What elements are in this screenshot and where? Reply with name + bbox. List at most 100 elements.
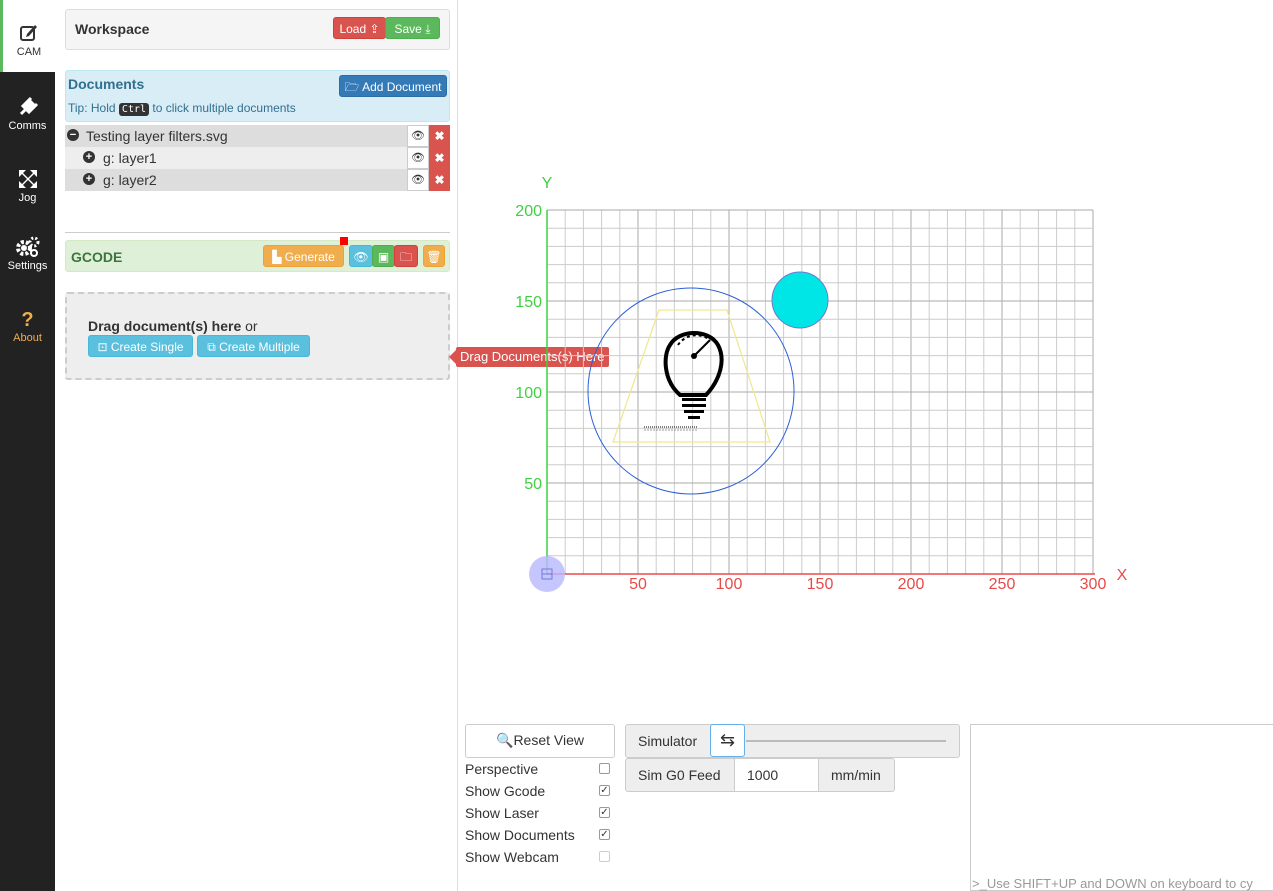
- floppy-icon: ▣: [377, 250, 390, 264]
- show-laser-label: Show Laser: [465, 805, 539, 821]
- console-prompt[interactable]: >_Use SHIFT+UP and DOWN on keyboard to c…: [972, 876, 1253, 891]
- simulator-slider[interactable]: [746, 740, 946, 742]
- nav-settings[interactable]: Settings: [0, 236, 55, 276]
- x-tick-label: 250: [989, 576, 1016, 593]
- divider: [65, 232, 450, 233]
- documents-tip: Tip: Hold Ctrl to click multiple documen…: [68, 101, 296, 116]
- save-button[interactable]: Save ⤓: [385, 17, 440, 39]
- generate-button[interactable]: ▙ Generate: [263, 245, 344, 267]
- tree-row-label: g: layer1: [103, 150, 157, 166]
- x-tick-labels: 50 100 150 200 250 300: [629, 576, 1106, 593]
- y-tick-label: 200: [515, 203, 542, 220]
- show-webcam-label: Show Webcam: [465, 849, 559, 865]
- side-panel: Workspace Load ⇪ Save ⤓ Documents 🗁 Add …: [55, 0, 458, 891]
- simulator-label: Simulator: [638, 733, 698, 749]
- y-tick-label: 50: [524, 476, 542, 493]
- expand-icon[interactable]: +: [83, 173, 95, 185]
- show-documents-checkbox[interactable]: ✓: [599, 829, 610, 840]
- documents-panel: Documents 🗁 Add Document Tip: Hold Ctrl …: [65, 70, 450, 122]
- object-icon: ⊡: [97, 340, 108, 354]
- drop-zone[interactable]: Drag document(s) here or ⊡ Create Single…: [65, 292, 450, 380]
- create-single-button[interactable]: ⊡ Create Single: [88, 335, 193, 357]
- x-tick-label: 200: [898, 576, 925, 593]
- tree-row-label: Testing layer filters.svg: [86, 128, 228, 144]
- x-tick-label: 50: [629, 576, 647, 593]
- show-gcode-label: Show Gcode: [465, 783, 546, 799]
- expand-icon[interactable]: +: [83, 151, 95, 163]
- eye-icon[interactable]: 👁: [407, 169, 429, 191]
- y-tick-label: 100: [515, 385, 542, 402]
- tree-row-layer2[interactable]: + g: layer2 👁 ✖: [65, 169, 450, 191]
- simulator-toggle[interactable]: ⇆: [710, 724, 745, 757]
- folder-icon: 🗀: [399, 250, 412, 264]
- x-axis-label: X: [1117, 567, 1128, 584]
- yellow-trapezoid: [612, 309, 771, 443]
- arrows-icon: [0, 168, 55, 190]
- sim-feed-unit: mm/min: [818, 758, 895, 792]
- workspace-panel: Workspace Load ⇪ Save ⤓: [65, 9, 450, 50]
- tree-row-label: g: layer2: [103, 172, 157, 188]
- show-laser-checkbox[interactable]: ✓: [599, 807, 610, 818]
- show-webcam-checkbox[interactable]: [599, 851, 610, 862]
- x-tick-label: 150: [807, 576, 834, 593]
- show-gcode-checkbox[interactable]: ✓: [599, 785, 610, 796]
- edit-icon: [3, 22, 55, 44]
- perspective-checkbox[interactable]: [599, 763, 610, 774]
- remove-icon[interactable]: ✖: [429, 169, 450, 191]
- workspace-title: Workspace: [75, 21, 150, 37]
- objects-icon: ⧉: [207, 340, 216, 354]
- x-tick-label: 100: [716, 576, 743, 593]
- question-icon: ?: [21, 309, 34, 331]
- create-multiple-button[interactable]: ⧉ Create Multiple: [197, 335, 310, 357]
- clear-gcode-button[interactable]: 🗑: [423, 245, 445, 267]
- load-gcode-button[interactable]: 🗀: [394, 245, 418, 267]
- nav-comms-label: Comms: [8, 120, 47, 132]
- eye-icon[interactable]: 👁: [407, 125, 429, 147]
- eye-icon: 👁: [353, 250, 369, 264]
- documents-title: Documents: [68, 76, 145, 92]
- tree-row-document[interactable]: − Testing layer filters.svg 👁 ✖: [65, 125, 450, 147]
- download-icon: ⤓: [425, 22, 431, 36]
- reset-view-button[interactable]: 🔍Reset View: [465, 724, 615, 758]
- workspace-canvas[interactable]: Y X 50 100 150 200 250 300 200 150 100 50: [458, 0, 1273, 720]
- lightbulb-icon: [644, 331, 724, 431]
- plug-icon: [0, 96, 55, 118]
- gcode-panel: GCODE ▙ Generate 👁 ▣ 🗀 🗑: [65, 237, 450, 272]
- eye-icon[interactable]: 👁: [407, 147, 429, 169]
- main-nav: CAM Comms Jog Settings ? About: [0, 0, 55, 891]
- sim-feed-input[interactable]: 1000: [734, 758, 819, 792]
- nav-jog[interactable]: Jog: [0, 168, 55, 208]
- drop-zone-text: Drag document(s) here or: [88, 318, 258, 334]
- gears-icon: [0, 236, 55, 258]
- workspace-viewport[interactable]: Y X 50 100 150 200 250 300 200 150 100 50: [458, 0, 1273, 720]
- add-document-button[interactable]: 🗁 Add Document: [339, 75, 447, 97]
- y-tick-labels: 200 150 100 50: [515, 203, 542, 493]
- y-tick-label: 150: [515, 294, 542, 311]
- exchange-icon: ⇆: [719, 730, 736, 750]
- nav-about[interactable]: ? About: [0, 310, 55, 344]
- perspective-label: Perspective: [465, 761, 539, 777]
- nav-cam-label: CAM: [16, 46, 42, 58]
- upload-icon: ⇪: [369, 22, 380, 36]
- nav-cam[interactable]: CAM: [0, 0, 55, 72]
- collapse-icon[interactable]: −: [67, 129, 79, 141]
- dirty-indicator: [340, 237, 348, 245]
- load-button[interactable]: Load ⇪: [333, 17, 386, 39]
- console-panel[interactable]: >_Use SHIFT+UP and DOWN on keyboard to c…: [970, 724, 1273, 891]
- remove-icon[interactable]: ✖: [429, 147, 450, 169]
- ctrl-key: Ctrl: [118, 103, 150, 116]
- search-icon: 🔍: [496, 732, 514, 748]
- nav-about-label: About: [13, 332, 42, 344]
- nav-jog-label: Jog: [18, 192, 37, 204]
- tree-row-layer1[interactable]: + g: layer1 👁 ✖: [65, 147, 450, 169]
- show-documents-label: Show Documents: [465, 827, 575, 843]
- factory-icon: ▙: [272, 250, 282, 264]
- cyan-dot: [771, 271, 829, 329]
- nav-settings-label: Settings: [7, 260, 48, 272]
- y-axis-label: Y: [542, 175, 553, 192]
- sim-feed-label: Sim G0 Feed: [625, 758, 735, 792]
- nav-comms[interactable]: Comms: [0, 96, 55, 136]
- remove-icon[interactable]: ✖: [429, 125, 450, 147]
- save-gcode-button[interactable]: ▣: [372, 245, 395, 267]
- view-gcode-button[interactable]: 👁: [349, 245, 373, 267]
